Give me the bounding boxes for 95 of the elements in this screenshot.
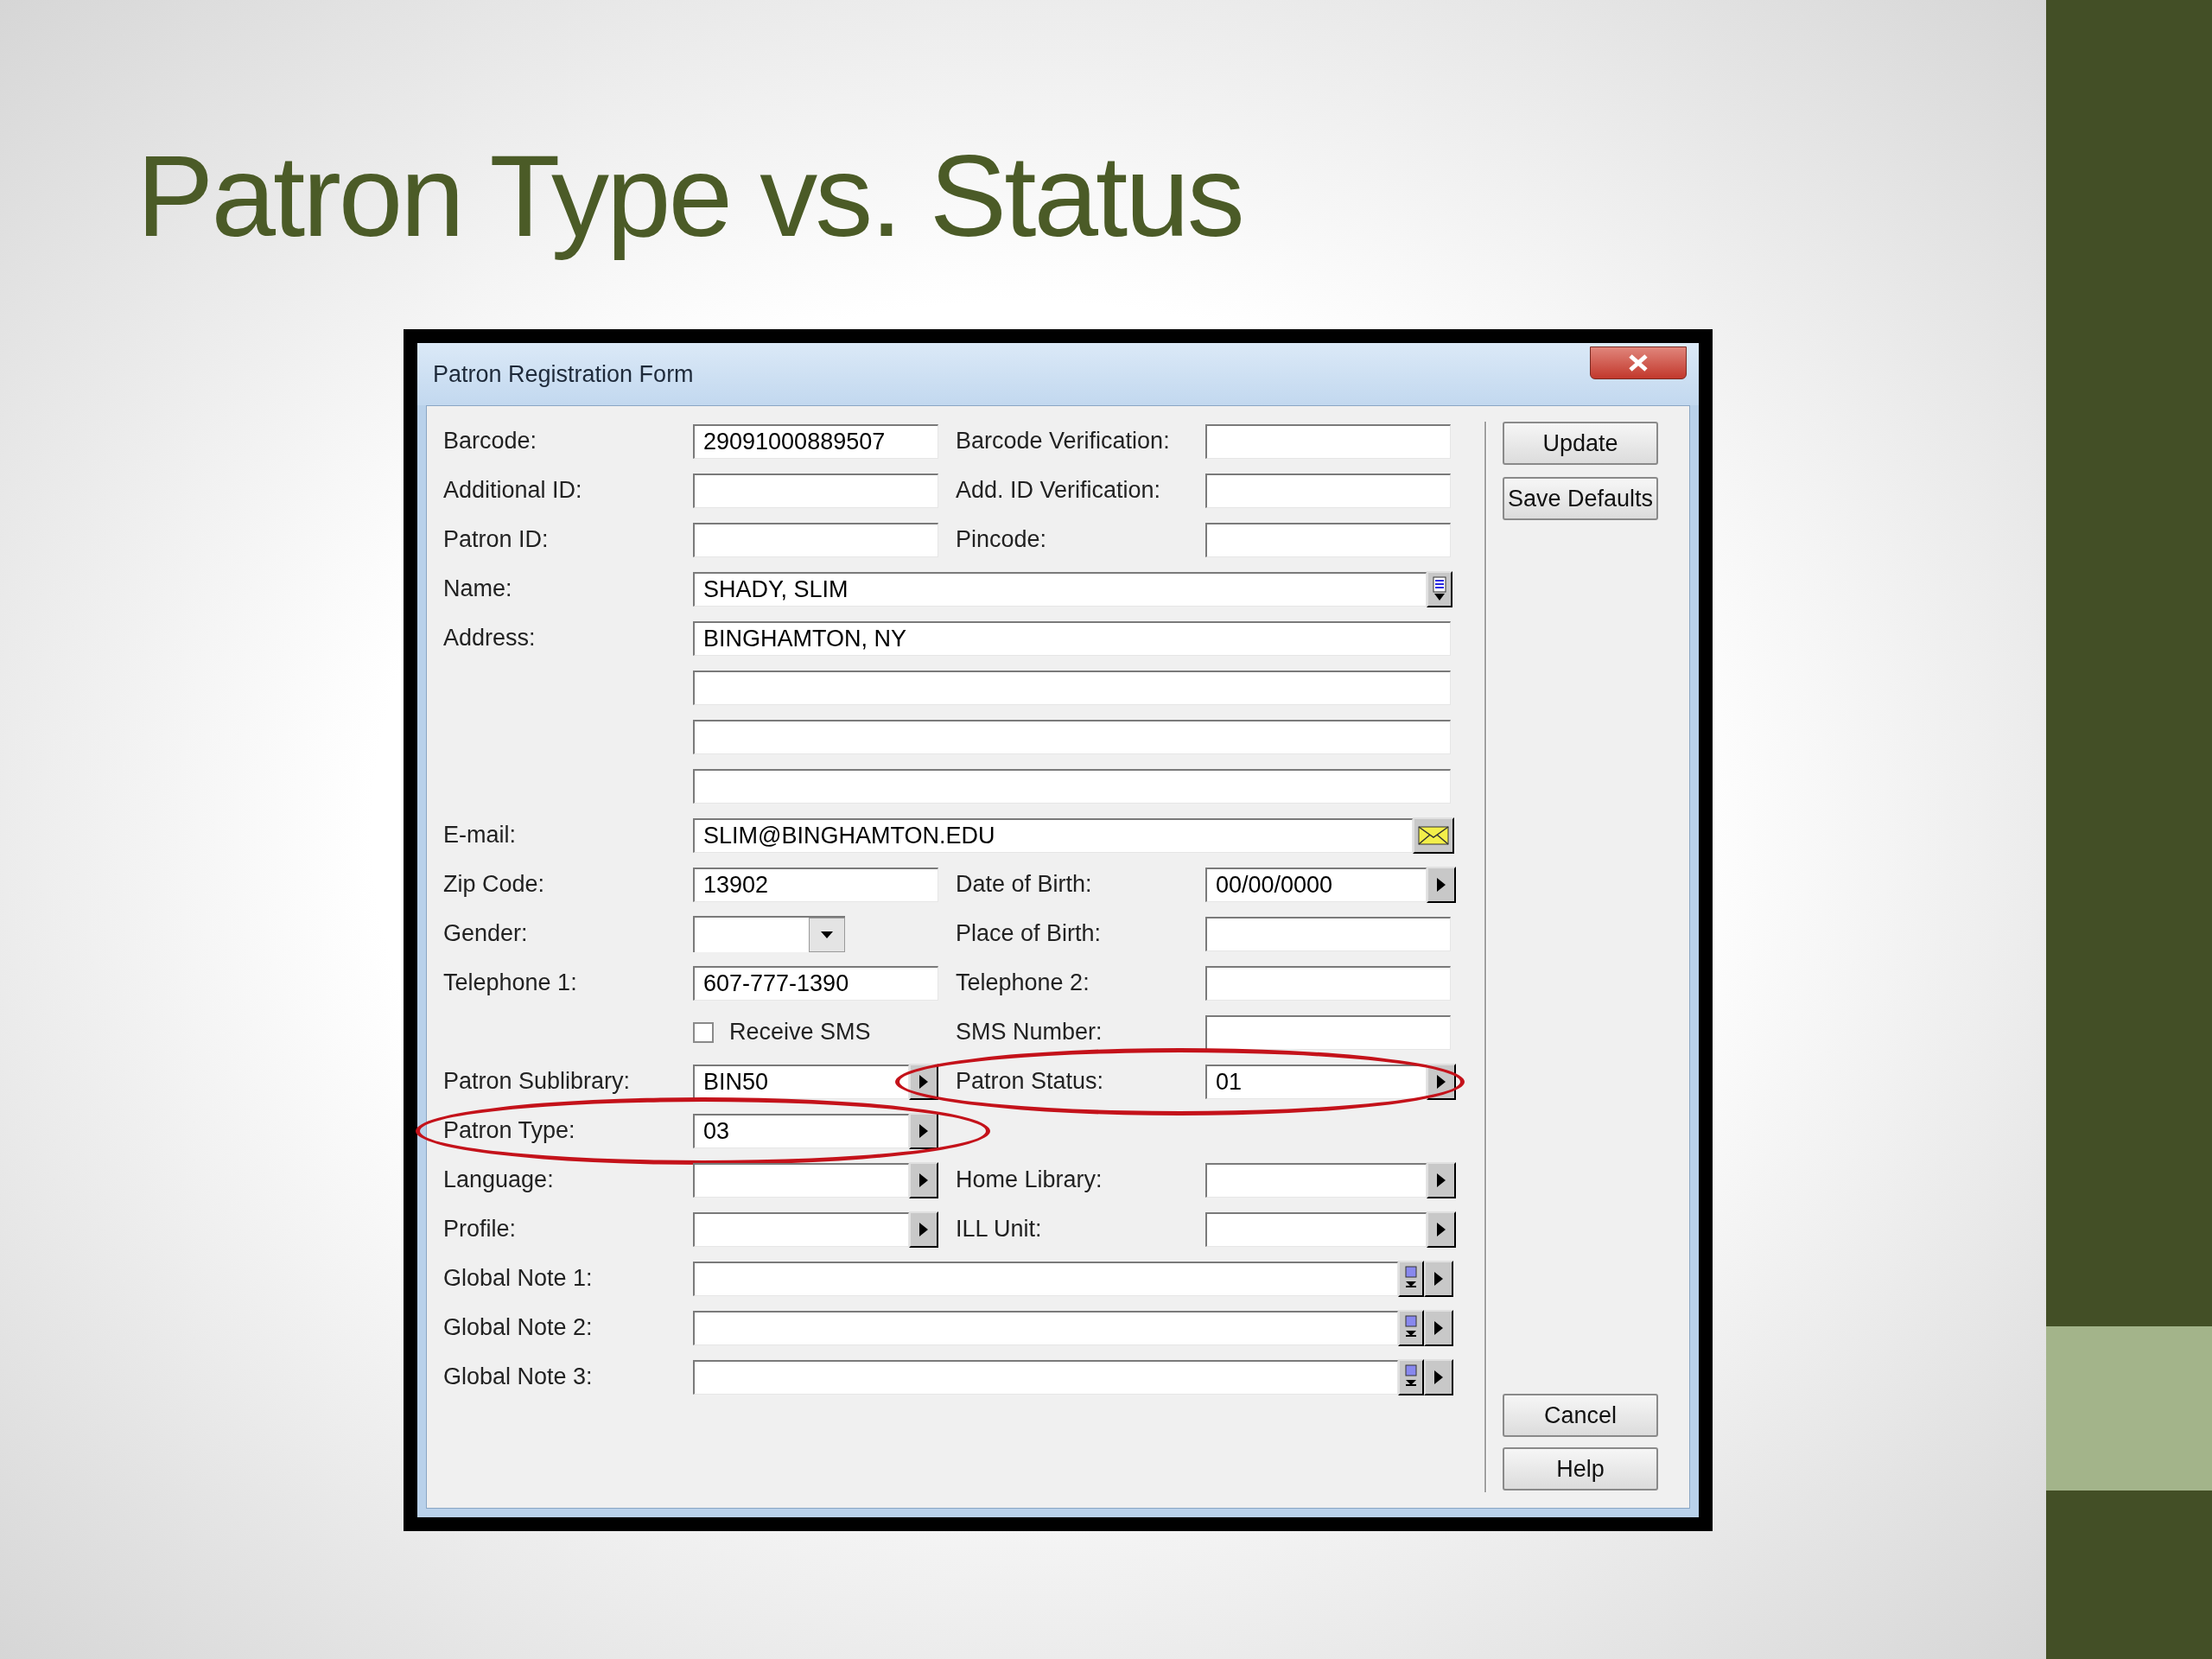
dialog-button[interactable]: Update <box>1503 422 1658 465</box>
field-label: Barcode: <box>443 427 538 456</box>
input-field[interactable] <box>1205 916 1451 951</box>
field-label: Home Library: <box>956 1166 1103 1195</box>
input-field[interactable]: 01 <box>1205 1064 1427 1099</box>
arrow-button[interactable] <box>909 1063 938 1100</box>
checkbox-label: Receive SMS <box>729 1018 871 1047</box>
field-label: Patron Type: <box>443 1116 576 1146</box>
note-button[interactable] <box>1398 1309 1424 1346</box>
input-field[interactable]: 00/00/0000 <box>1205 867 1427 902</box>
field-label: Date of Birth: <box>956 870 1093 899</box>
input-field[interactable]: BINGHAMTON, NY <box>693 620 1451 656</box>
dialog-button[interactable]: Cancel <box>1503 1394 1658 1437</box>
input-field[interactable] <box>1205 1162 1427 1198</box>
dialog-button[interactable]: Save Defaults <box>1503 477 1658 520</box>
field-label: Patron Status: <box>956 1067 1105 1096</box>
note-button[interactable] <box>1398 1260 1424 1297</box>
input-field[interactable] <box>693 1359 1398 1395</box>
arrow-button[interactable] <box>909 1211 938 1248</box>
arrow-button[interactable] <box>1427 1211 1456 1248</box>
triangle-right-icon <box>1433 1319 1444 1336</box>
input-field[interactable] <box>1205 423 1451 459</box>
arrow-button[interactable] <box>1424 1309 1453 1346</box>
input-field[interactable]: 607-777-1390 <box>693 965 938 1001</box>
input-field[interactable] <box>1205 965 1451 1001</box>
triangle-right-icon <box>1433 1369 1444 1385</box>
input-field[interactable] <box>1205 1211 1427 1247</box>
field-label: Gender: <box>443 919 529 949</box>
input-field[interactable]: SLIM@BINGHAMTON.EDU <box>693 817 1413 853</box>
input-field[interactable] <box>693 670 1451 705</box>
field-label: Profile: <box>443 1215 518 1244</box>
triangle-right-icon <box>1433 1270 1444 1287</box>
input-field[interactable] <box>1205 473 1451 508</box>
close-icon <box>1627 353 1649 372</box>
field-label: ILL Unit: <box>956 1215 1043 1244</box>
close-button[interactable] <box>1590 346 1687 379</box>
input-field[interactable]: 13902 <box>693 867 938 902</box>
arrow-button[interactable] <box>1424 1260 1453 1297</box>
dialog-button[interactable]: Help <box>1503 1447 1658 1491</box>
input-field[interactable] <box>1205 522 1451 557</box>
field-label: Pincode: <box>956 525 1048 555</box>
input-field[interactable] <box>693 522 938 557</box>
note-button[interactable] <box>1398 1358 1424 1395</box>
arrow-button[interactable] <box>909 1112 938 1149</box>
input-field[interactable] <box>693 1310 1398 1345</box>
triangle-right-icon <box>1436 1172 1446 1188</box>
field-label: Telephone 2: <box>956 969 1090 998</box>
field-label: Telephone 1: <box>443 969 578 998</box>
triangle-right-icon <box>1436 876 1446 893</box>
input-field[interactable] <box>693 1261 1398 1296</box>
window-title: Patron Registration Form <box>433 359 694 389</box>
field-label: Name: <box>443 575 513 604</box>
field-label: Global Note 1: <box>443 1264 594 1294</box>
list-icon <box>1433 575 1446 602</box>
input-field[interactable] <box>693 1162 909 1198</box>
arrow-button[interactable] <box>1424 1358 1453 1395</box>
field-label: Zip Code: <box>443 870 546 899</box>
field-label: Language: <box>443 1166 555 1195</box>
input-field[interactable]: BIN50 <box>693 1064 909 1099</box>
field-label: Place of Birth: <box>956 919 1103 949</box>
input-field[interactable]: 03 <box>693 1113 909 1148</box>
arrow-button[interactable] <box>1427 1161 1456 1198</box>
slide-title: Patron Type vs. Status <box>137 130 1243 262</box>
checkbox[interactable] <box>693 1021 714 1043</box>
envelope-icon <box>1418 824 1449 846</box>
field-label: Patron ID: <box>443 525 550 555</box>
input-field[interactable] <box>693 473 938 508</box>
field-label: Address: <box>443 624 537 653</box>
field-label: Barcode Verification: <box>956 427 1171 456</box>
triangle-right-icon <box>1436 1073 1446 1090</box>
arrow-button[interactable] <box>1427 1063 1456 1100</box>
field-label: SMS Number: <box>956 1018 1103 1047</box>
input-field[interactable] <box>1205 1014 1451 1050</box>
email-button[interactable] <box>1413 817 1454 854</box>
field-label: Add. ID Verification: <box>956 476 1162 505</box>
input-field[interactable]: 29091000889507 <box>693 423 938 459</box>
field-label: Additional ID: <box>443 476 583 505</box>
gender-dropdown[interactable] <box>693 915 845 952</box>
input-field[interactable] <box>693 768 1451 804</box>
triangle-right-icon <box>918 1221 929 1237</box>
field-label: Global Note 3: <box>443 1363 594 1392</box>
input-field[interactable]: SHADY, SLIM <box>693 571 1427 607</box>
input-field[interactable] <box>693 719 1451 754</box>
caret-icon <box>820 930 834 939</box>
triangle-right-icon <box>918 1122 929 1139</box>
input-field[interactable] <box>693 1211 909 1247</box>
triangle-right-icon <box>918 1073 929 1090</box>
field-label: Patron Sublibrary: <box>443 1067 632 1096</box>
list-button[interactable] <box>1427 570 1452 607</box>
field-label: Global Note 2: <box>443 1313 594 1343</box>
triangle-right-icon <box>1436 1221 1446 1237</box>
arrow-button[interactable] <box>1427 866 1456 903</box>
field-label: E-mail: <box>443 821 517 850</box>
arrow-button[interactable] <box>909 1161 938 1198</box>
triangle-right-icon <box>918 1172 929 1188</box>
